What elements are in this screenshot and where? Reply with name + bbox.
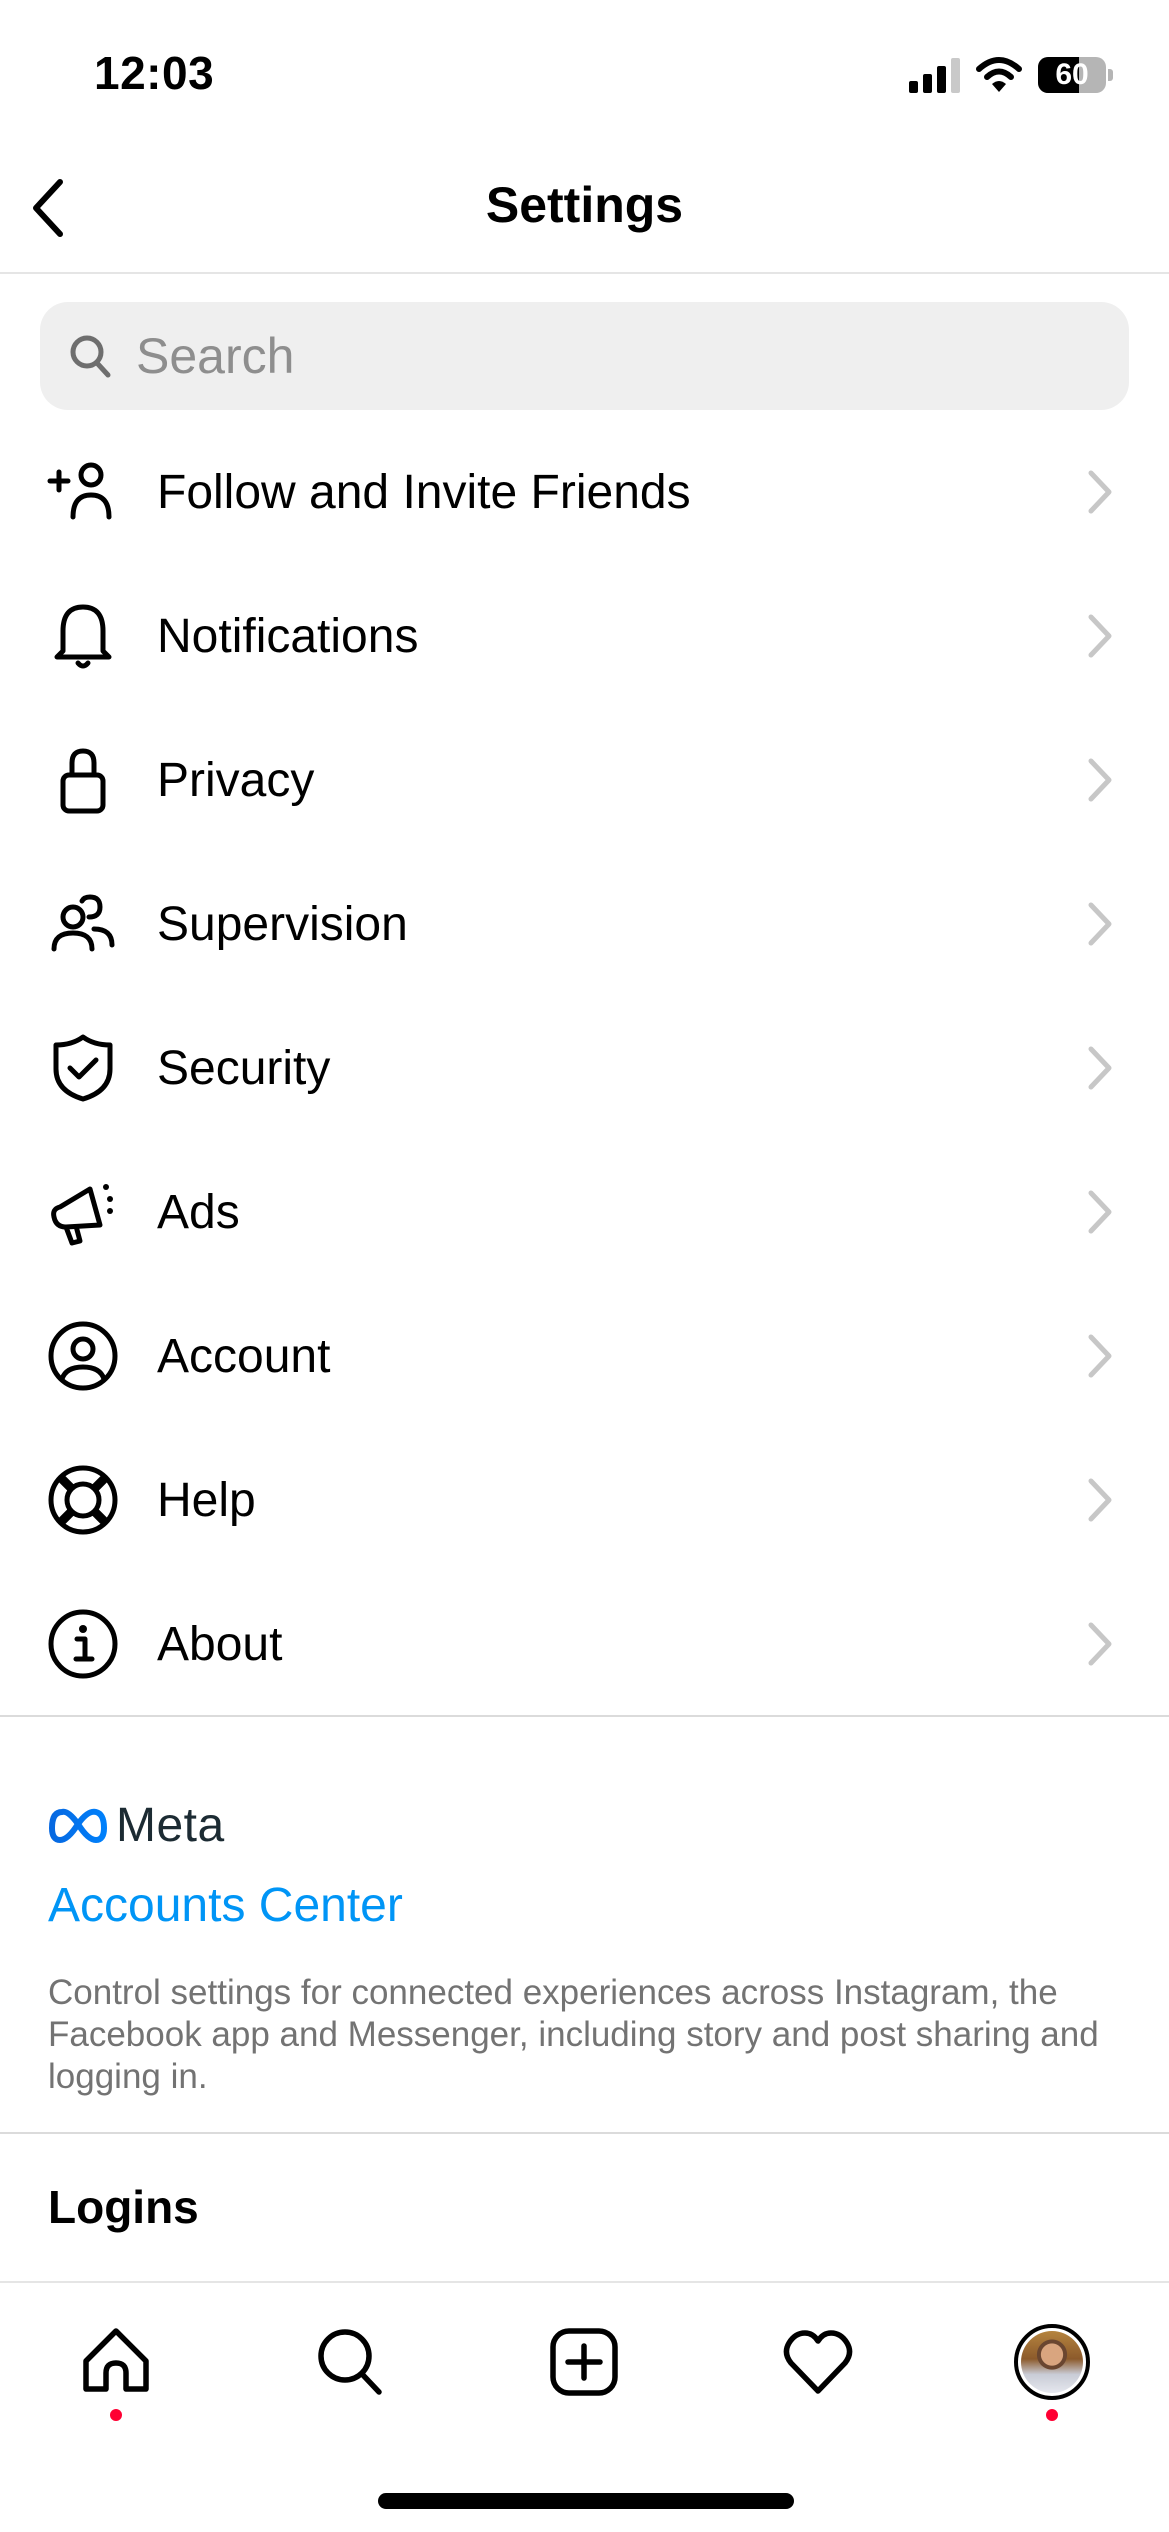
settings-menu: Follow and Invite Friends Notifications … [0,420,1169,1716]
header: Settings [0,150,1169,274]
chevron-right-icon [1088,902,1112,946]
menu-item-label: Help [157,1473,256,1527]
chevron-right-icon [1088,470,1112,514]
chevron-right-icon [1088,1190,1112,1234]
people-icon [46,887,120,961]
search-input[interactable] [136,302,1129,410]
accounts-center-description: Control settings for connected experienc… [48,1973,1099,2096]
meta-infinity-icon [49,1808,107,1843]
wifi-icon [976,57,1022,92]
tab-bar [0,2281,1169,2441]
avatar [1014,2324,1090,2400]
menu-item-about[interactable]: About [0,1572,1169,1716]
search-icon [70,335,111,378]
home-icon [83,2328,149,2392]
info-icon [46,1607,120,1681]
menu-item-label: Security [157,1041,331,1095]
chevron-right-icon [1088,1622,1112,1666]
tab-create[interactable] [539,2317,629,2407]
menu-item-security[interactable]: Security [0,996,1169,1140]
tab-search[interactable] [306,2317,396,2407]
status-bar: 12:03 60 [0,0,1169,150]
section-divider [0,1715,1169,1717]
chevron-right-icon [1088,1046,1112,1090]
chevron-right-icon [1088,1334,1112,1378]
tab-activity[interactable] [773,2317,863,2407]
home-indicator [378,2493,794,2509]
menu-item-ads[interactable]: Ads [0,1140,1169,1284]
accounts-center-link[interactable]: Accounts Center [48,1878,403,1933]
search-bar[interactable] [40,302,1129,410]
tab-home[interactable] [71,2317,161,2407]
menu-item-help[interactable]: Help [0,1428,1169,1572]
home-notification-dot [110,2409,122,2421]
chevron-right-icon [1088,758,1112,802]
meta-logo: Meta [48,1798,225,1853]
menu-item-label: Notifications [157,609,419,663]
status-icons: 60 [909,52,1113,98]
battery-percent: 60 [1055,58,1089,91]
lifebuoy-icon [46,1463,120,1537]
account-circle-icon [46,1319,120,1393]
battery-nub [1108,69,1113,81]
menu-item-label: Follow and Invite Friends [157,465,691,519]
menu-item-label: Supervision [157,897,408,951]
menu-item-privacy[interactable]: Privacy [0,708,1169,852]
search-icon [318,2329,382,2395]
menu-item-label: Account [157,1329,331,1383]
menu-item-follow-invite[interactable]: Follow and Invite Friends [0,420,1169,564]
menu-item-label: Ads [157,1185,240,1239]
profile-notification-dot [1046,2409,1058,2421]
section-divider [0,2132,1169,2134]
add-person-icon [46,455,120,529]
avatar-image [1021,2331,1083,2393]
chevron-right-icon [1088,1478,1112,1522]
battery-icon: 60 [1038,57,1106,93]
megaphone-icon [46,1175,120,1249]
lock-icon [46,743,120,817]
status-time: 12:03 [94,47,215,99]
heart-icon [783,2330,853,2394]
menu-item-supervision[interactable]: Supervision [0,852,1169,996]
menu-item-account[interactable]: Account [0,1284,1169,1428]
menu-item-label: Privacy [157,753,315,807]
logins-heading: Logins [48,2181,199,2233]
bell-icon [46,599,120,673]
tab-profile[interactable] [1007,2317,1097,2407]
meta-wordmark: Meta [116,1799,225,1852]
menu-item-label: About [157,1617,283,1671]
menu-item-notifications[interactable]: Notifications [0,564,1169,708]
signal-icon [909,57,960,93]
plus-square-icon [550,2328,618,2396]
chevron-right-icon [1088,614,1112,658]
shield-check-icon [46,1031,120,1105]
page-title: Settings [485,177,684,233]
